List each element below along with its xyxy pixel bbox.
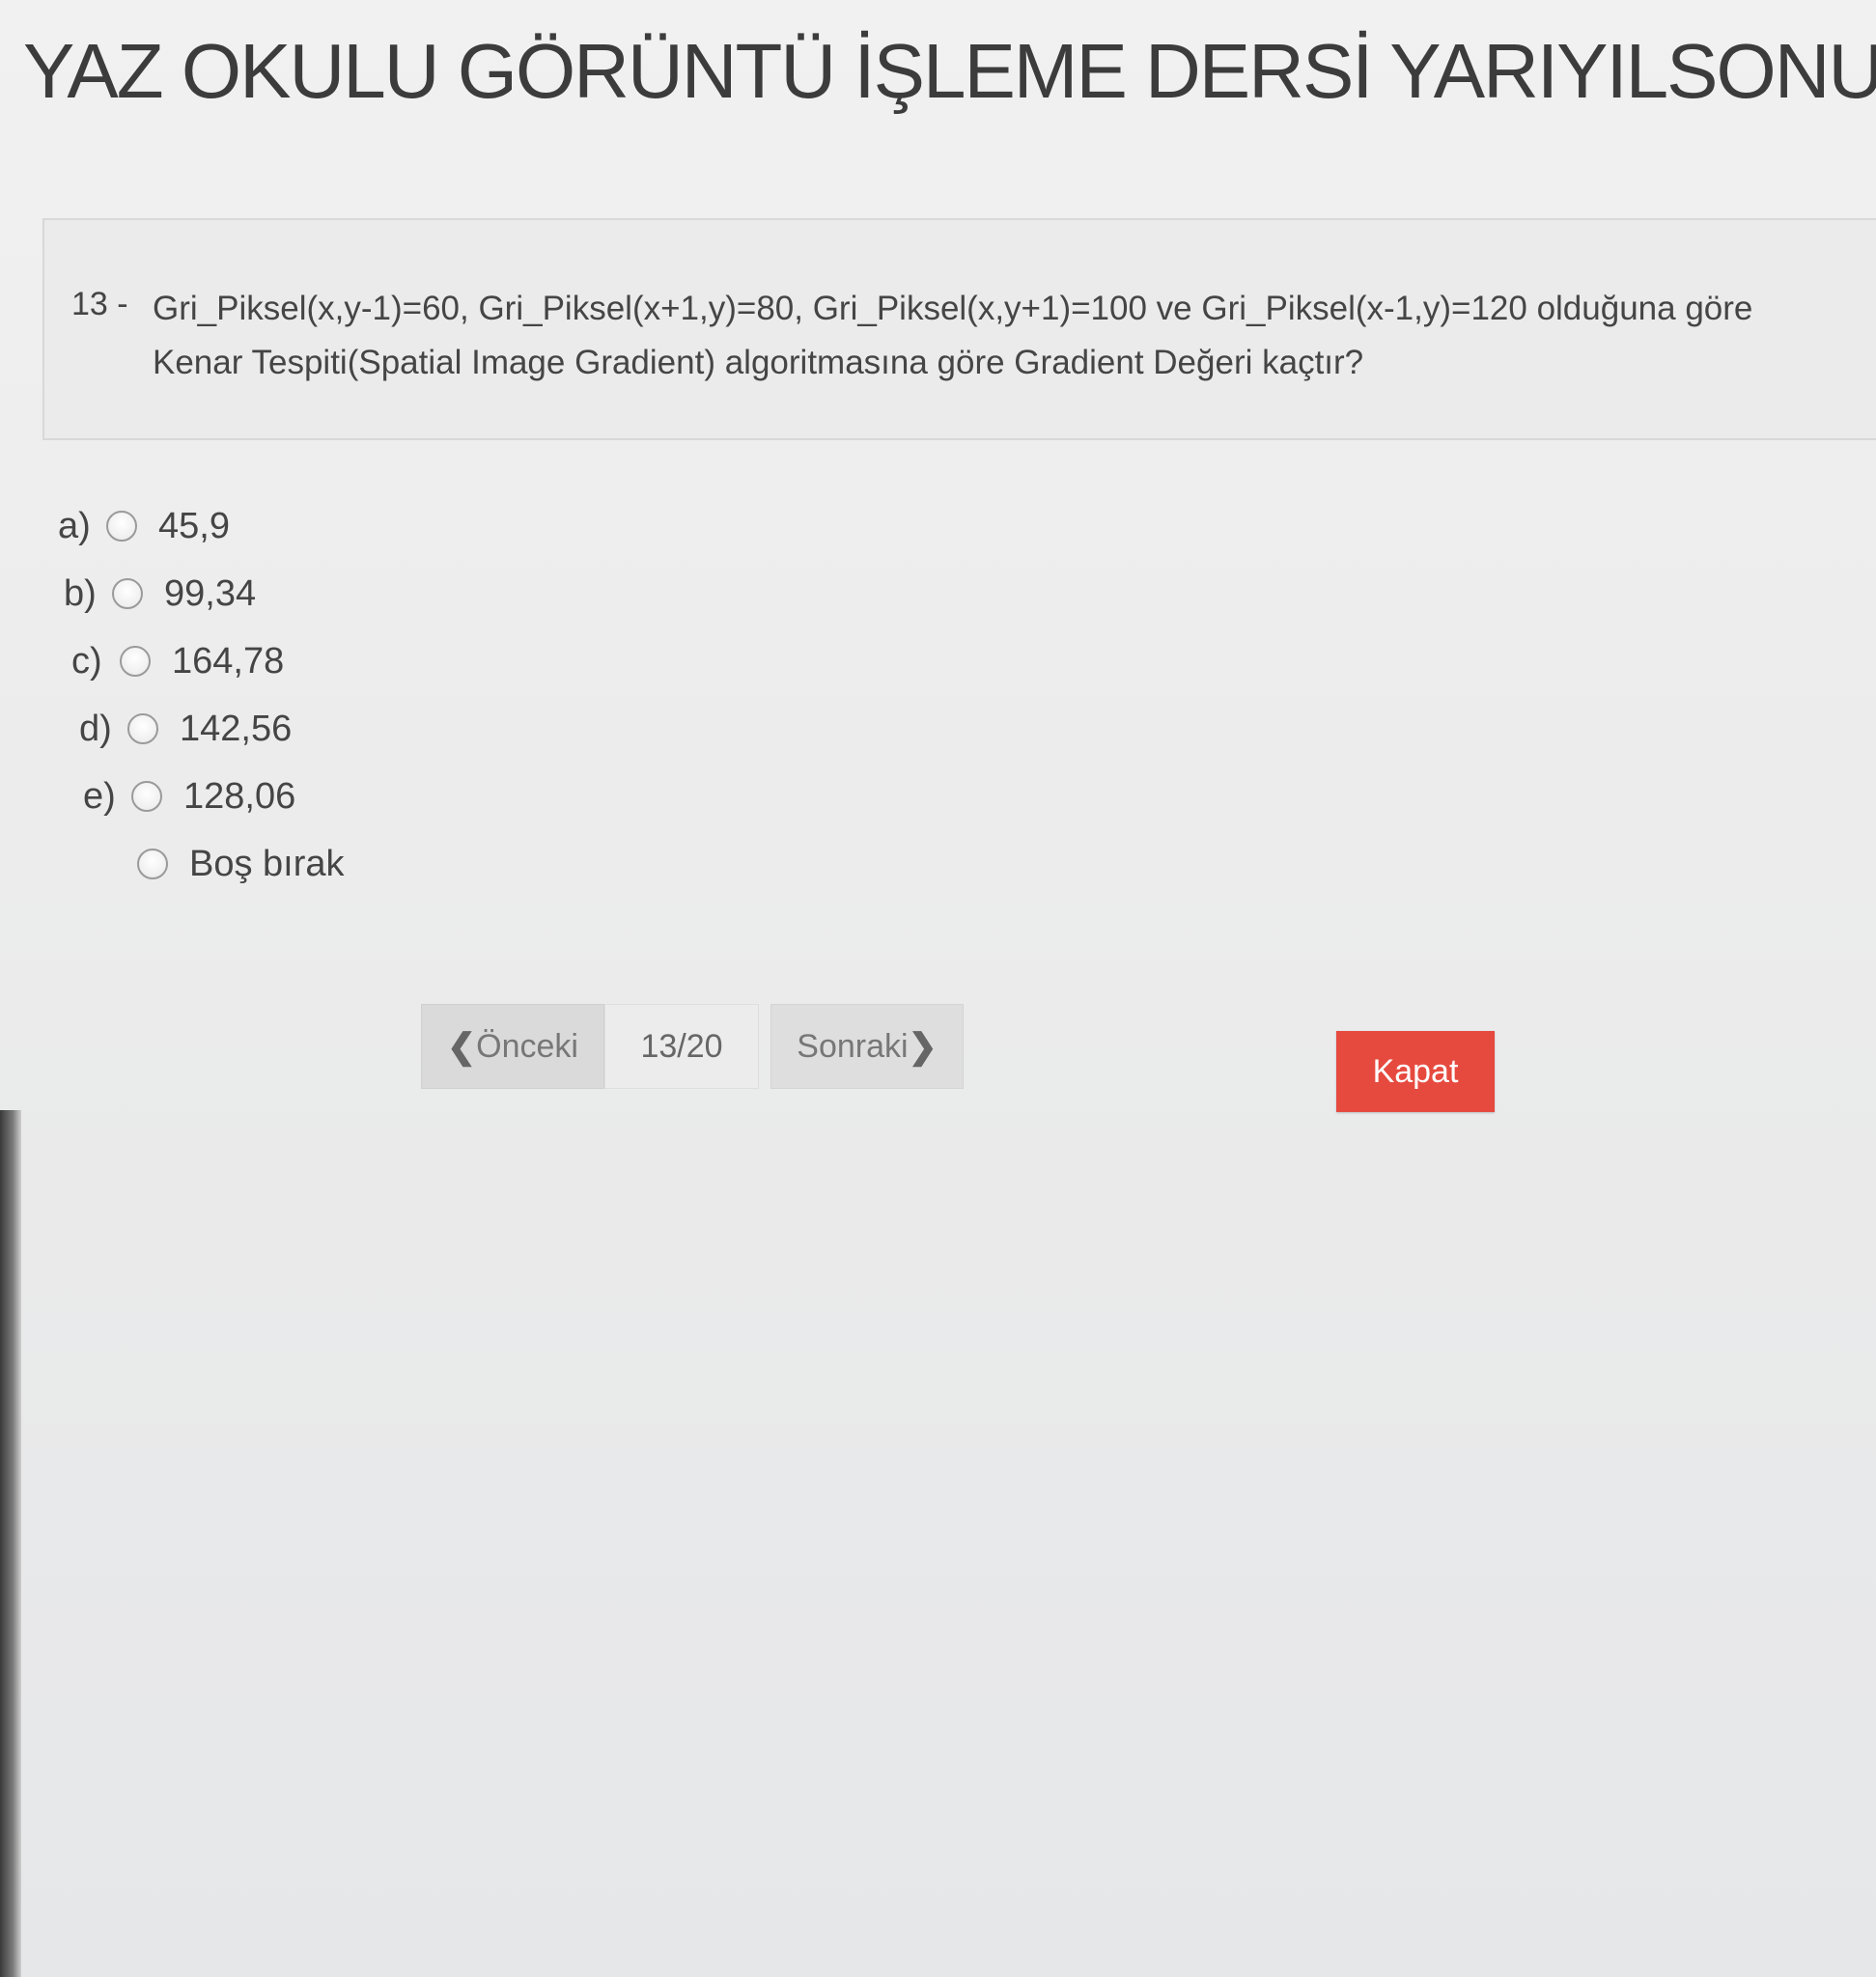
option-value: 142,56 <box>180 708 293 749</box>
chevron-left-icon: ❮ <box>447 1026 477 1066</box>
question-box: 13 - Gri_Piksel(x,y-1)=60, Gri_Piksel(x+… <box>42 218 1876 440</box>
option-d[interactable]: d) 142,56 <box>79 695 335 763</box>
option-letter: a) <box>58 505 91 546</box>
radio-button[interactable] <box>120 646 151 677</box>
page-indicator: 13/20 <box>604 1004 759 1089</box>
monitor-bezel-edge <box>0 1110 21 1977</box>
radio-button[interactable] <box>106 511 137 542</box>
option-letter: d) <box>79 708 112 749</box>
option-value: Boş bırak <box>189 843 345 884</box>
option-letter: c) <box>71 640 102 682</box>
question-navigation: ❮ Önceki 13/20 Sonraki ❯ <box>421 1004 964 1089</box>
previous-label: Önceki <box>476 1027 578 1065</box>
answer-options: a) 45,9 b) 99,34 c) 164,78 d) 142,56 e) … <box>58 492 345 898</box>
radio-button[interactable] <box>137 849 168 879</box>
option-letter: e) <box>83 775 116 817</box>
option-value: 99,34 <box>164 572 257 614</box>
radio-button[interactable] <box>131 781 162 812</box>
option-value: 45,9 <box>158 505 230 546</box>
next-button[interactable]: Sonraki ❯ <box>770 1004 964 1089</box>
option-value: 164,78 <box>172 640 285 682</box>
chevron-right-icon: ❯ <box>908 1026 938 1066</box>
option-c[interactable]: c) 164,78 <box>71 627 327 695</box>
option-b[interactable]: b) 99,34 <box>64 560 320 627</box>
next-label: Sonraki <box>797 1027 909 1065</box>
question-number: 13 - <box>71 286 128 322</box>
exam-title: YAZ OKULU GÖRÜNTÜ İŞLEME DERSİ YARIYILSO… <box>23 28 1876 114</box>
option-leave-blank[interactable]: Boş bırak <box>89 830 345 898</box>
option-letter: b) <box>64 572 97 614</box>
radio-button[interactable] <box>112 578 143 609</box>
question-text: Gri_Piksel(x,y-1)=60, Gri_Piksel(x+1,y)=… <box>153 290 1753 381</box>
radio-button[interactable] <box>127 713 158 744</box>
previous-button[interactable]: ❮ Önceki <box>421 1004 604 1089</box>
option-a[interactable]: a) 45,9 <box>58 492 314 560</box>
option-e[interactable]: e) 128,06 <box>83 763 339 830</box>
close-button[interactable]: Kapat <box>1336 1031 1495 1112</box>
option-value: 128,06 <box>183 775 296 817</box>
